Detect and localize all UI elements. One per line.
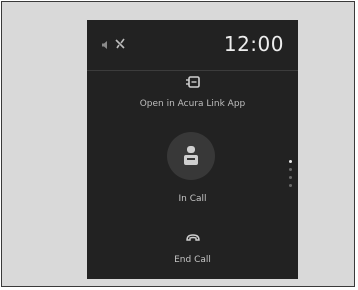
hang-up-icon	[185, 234, 200, 241]
figure-frame: 12:00 Open in Acura Link App In Call End…	[1, 1, 355, 287]
in-call-button[interactable]	[167, 132, 215, 180]
no-signal-icon	[115, 38, 125, 49]
end-call-button[interactable]: End Call	[87, 233, 298, 275]
scroll-dot-active	[289, 160, 292, 163]
status-bar: 12:00	[87, 20, 298, 70]
volume-icon	[102, 41, 107, 49]
status-icons	[101, 38, 141, 52]
scroll-dot	[289, 176, 292, 179]
scroll-dot	[289, 168, 292, 171]
person-icon	[184, 146, 198, 165]
end-call-label: End Call	[174, 255, 211, 265]
open-in-app-button[interactable]: Open in Acura Link App	[87, 76, 298, 114]
scroll-indicator[interactable]	[287, 160, 293, 200]
divider	[87, 70, 298, 71]
phone-link-icon	[185, 76, 200, 88]
open-in-app-label: Open in Acura Link App	[139, 99, 246, 109]
in-call-label: In Call	[178, 194, 207, 204]
clock: 12:00	[223, 32, 284, 56]
scroll-dot	[289, 184, 292, 187]
device-screen: 12:00 Open in Acura Link App In Call End…	[87, 20, 298, 279]
